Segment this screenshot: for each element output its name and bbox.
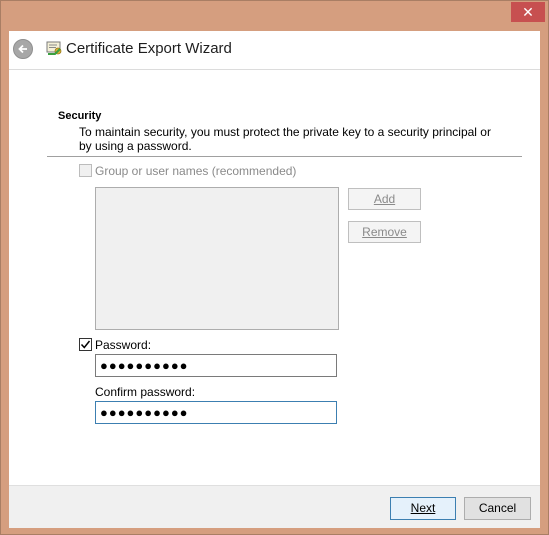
remove-button-label: Remove (362, 225, 407, 239)
password-checkbox[interactable] (79, 338, 92, 351)
close-button[interactable]: ✕ (511, 2, 545, 22)
back-button[interactable] (13, 39, 33, 59)
certificate-icon (46, 41, 62, 55)
add-button-label: Add (373, 192, 396, 206)
cancel-button-label: Cancel (478, 501, 517, 515)
next-button-label: Next (410, 501, 436, 515)
section-description: To maintain security, you must protect t… (79, 125, 491, 153)
add-button[interactable]: Add (348, 188, 421, 210)
group-user-list[interactable] (95, 187, 339, 330)
group-checkbox[interactable] (79, 164, 92, 177)
section-title: Security (58, 110, 102, 122)
password-checkbox-label: Password: (95, 338, 152, 352)
close-icon: ✕ (522, 4, 534, 20)
password-input[interactable]: ●●●●●●●●●● (95, 354, 337, 377)
wizard-title: Certificate Export Wizard (66, 40, 232, 57)
group-checkbox-label: Group or user names (recommended) (95, 164, 297, 178)
cancel-button[interactable]: Cancel (464, 497, 531, 520)
wizard-header: Certificate Export Wizard (9, 31, 540, 69)
remove-button[interactable]: Remove (348, 221, 421, 243)
checkmark-icon (80, 340, 91, 349)
wizard-content: Security To maintain security, you must … (9, 69, 540, 486)
wizard-footer: Next Cancel (9, 485, 540, 528)
confirm-password-input[interactable]: ●●●●●●●●●● (95, 401, 337, 424)
back-arrow-icon (18, 44, 27, 54)
divider (47, 156, 522, 157)
confirm-password-label: Confirm password: (95, 385, 196, 399)
wizard-window: ✕ Certificate Export Wizard Security To … (0, 0, 549, 535)
next-button[interactable]: Next (390, 497, 456, 520)
